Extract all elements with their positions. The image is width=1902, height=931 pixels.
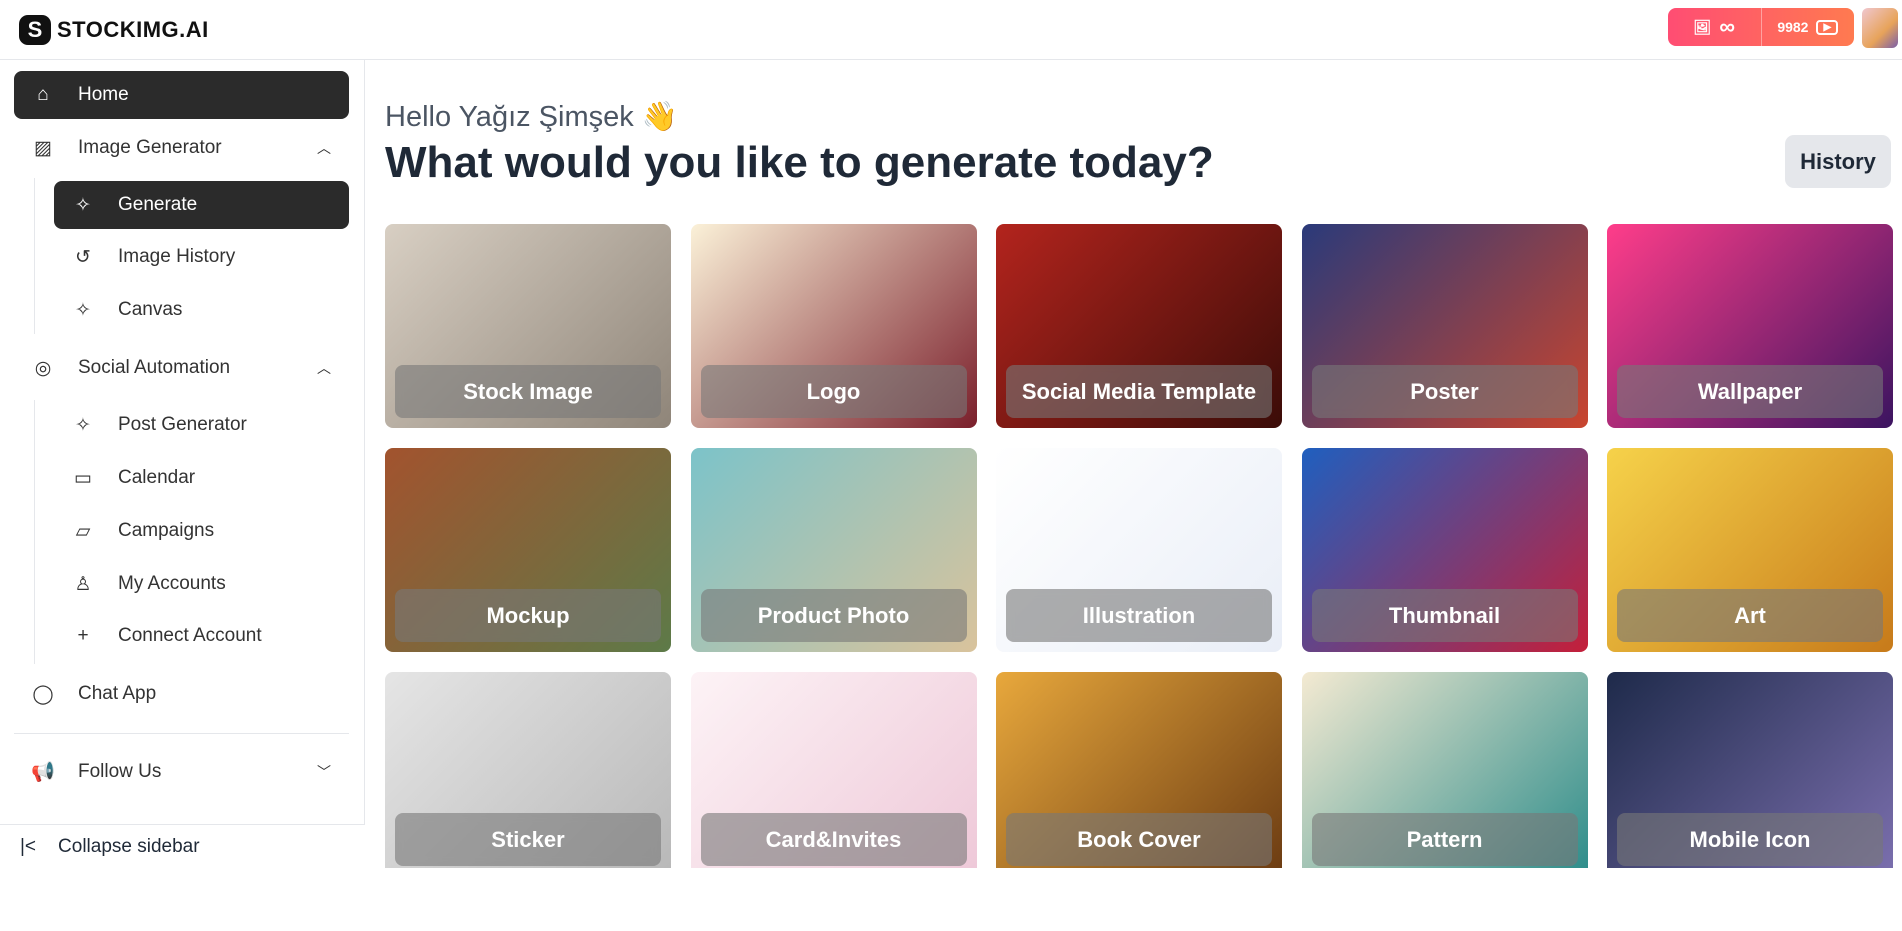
sidebar-item-post-generator[interactable]: ✧ Post Generator [54, 401, 349, 449]
sidebar-item-calendar[interactable]: ▭ Calendar [54, 454, 349, 502]
logo-icon: S [19, 14, 51, 45]
images-icon: ▨ [34, 137, 52, 159]
home-icon: ⌂ [37, 84, 49, 105]
category-card-social-media-template[interactable]: Social Media Template [996, 224, 1282, 428]
sidebar-item-chat-app[interactable]: ◯ Chat App [14, 670, 349, 718]
sidebar-item-social-automation[interactable]: ◎ Social Automation ︿ [14, 344, 349, 392]
card-label: Illustration [1006, 589, 1272, 642]
chat-icon: ◯ [32, 683, 54, 705]
sidebar: ⌂ Home ▨ Image Generator ︿ ✧ Generate ↺ Image… [0, 60, 365, 868]
card-label: Book Cover [1006, 813, 1272, 866]
video-credits: 9982 [1777, 19, 1809, 35]
sidebar-item-image-generator[interactable]: ▨ Image Generator ︿ [14, 124, 349, 172]
wallet-icon: ▱ [75, 520, 91, 542]
history-icon: ↺ [75, 246, 91, 268]
credits-badge[interactable]: 🖼 ∞ 9982 ▶ [1668, 8, 1854, 46]
avatar[interactable] [1862, 8, 1898, 48]
card-label: Pattern [1311, 813, 1578, 866]
card-label: Stock Image [395, 365, 661, 418]
category-card-wallpaper[interactable]: Wallpaper [1607, 224, 1893, 428]
play-icon: ▶ [1816, 19, 1839, 35]
sparkles-icon: ✧ [75, 414, 91, 436]
sparkles-icon: ✧ [75, 299, 91, 321]
category-card-pattern[interactable]: Pattern [1301, 672, 1588, 868]
card-label: Mobile Icon [1617, 813, 1883, 866]
megaphone-icon: 📢 [31, 762, 55, 783]
sparkles-icon: ✧ [75, 194, 91, 216]
image-credits: ∞ [1719, 14, 1735, 39]
card-label: Wallpaper [1617, 365, 1883, 418]
card-label: Card&Invites [700, 813, 967, 866]
category-card-card-invites[interactable]: Card&Invites [690, 672, 977, 868]
greeting: Hello Yağız Şimşek 👋 [385, 101, 678, 133]
tree-line [34, 178, 35, 334]
page-title: What would you like to generate today? [385, 138, 1214, 187]
card-label: Mockup [395, 589, 661, 642]
card-label: Logo [700, 365, 967, 418]
category-card-product-photo[interactable]: Product Photo [690, 448, 977, 652]
card-label: Art [1617, 589, 1883, 642]
card-label: Social Media Template [1006, 365, 1272, 418]
category-card-art[interactable]: Art [1607, 448, 1893, 652]
instagram-icon: ◎ [34, 357, 52, 379]
card-label: Poster [1311, 365, 1578, 418]
category-card-logo[interactable]: Logo [690, 224, 977, 428]
chevron-up-icon: ︿ [317, 140, 331, 156]
top-header: S STOCKIMG.AI 🖼 ∞ 9982 ▶ [0, 0, 1902, 60]
image-icon: 🖼 [1693, 18, 1712, 35]
sidebar-item-connect-account[interactable]: + Connect Account [54, 612, 349, 660]
category-grid: Stock Image Logo Social Media Template Post… [385, 224, 1893, 868]
sidebar-item-follow-us[interactable]: 📢 Follow Us ﹀ [14, 748, 349, 796]
card-label: Sticker [395, 813, 661, 866]
category-card-sticker[interactable]: Sticker [385, 672, 671, 868]
chevron-down-icon: ﹀ [317, 764, 331, 780]
category-card-mobile-icon[interactable]: Mobile Icon [1607, 672, 1893, 868]
category-card-mockup[interactable]: Mockup [385, 448, 671, 652]
history-button[interactable]: History [1785, 135, 1891, 188]
sidebar-item-canvas[interactable]: ✧ Canvas [54, 286, 349, 334]
logo[interactable]: S STOCKIMG.AI [19, 14, 209, 45]
category-card-book-cover[interactable]: Book Cover [996, 672, 1282, 868]
sidebar-item-home[interactable]: ⌂ Home [14, 71, 349, 119]
card-label: Thumbnail [1311, 589, 1578, 642]
category-card-thumbnail[interactable]: Thumbnail [1301, 448, 1588, 652]
user-icon: ♙ [74, 573, 92, 595]
chevron-up-icon: ︿ [317, 360, 331, 376]
category-card-illustration[interactable]: Illustration [996, 448, 1282, 652]
category-card-stock-image[interactable]: Stock Image [385, 224, 671, 428]
plus-icon: + [77, 625, 89, 646]
sidebar-item-campaigns[interactable]: ▱ Campaigns [54, 507, 349, 555]
category-card-poster[interactable]: Poster [1301, 224, 1588, 428]
sidebar-item-image-history[interactable]: ↺ Image History [54, 233, 349, 281]
calendar-icon: ▭ [74, 467, 92, 489]
divider [14, 733, 349, 734]
tree-line [34, 400, 35, 664]
sidebar-item-generate[interactable]: ✧ Generate [54, 181, 349, 229]
card-label: Product Photo [700, 589, 967, 642]
sidebar-item-my-accounts[interactable]: ♙ My Accounts [54, 560, 349, 608]
collapse-sidebar-button[interactable]: |< Collapse sidebar [0, 824, 365, 868]
collapse-icon: |< [20, 835, 37, 857]
